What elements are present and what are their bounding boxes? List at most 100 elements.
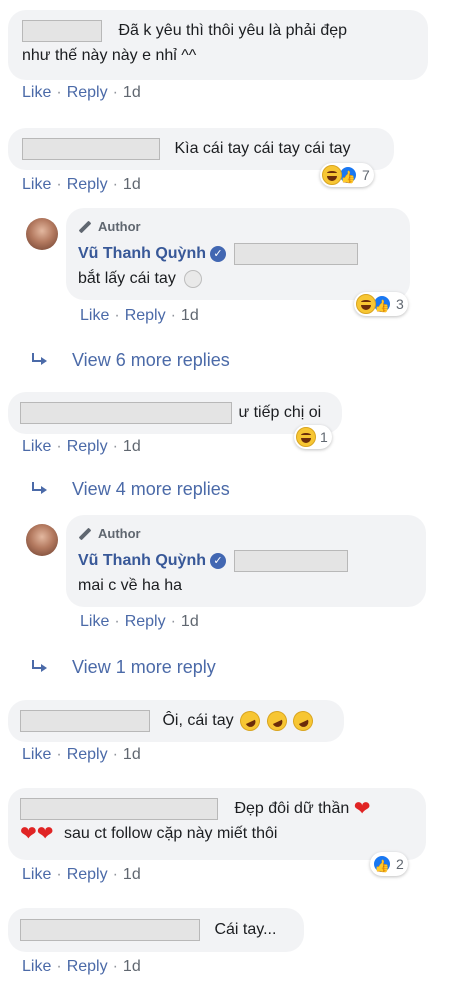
comment-text: Kìa cái tay cái tay cái tay (174, 140, 351, 157)
comment-bubble: Cái tay... (8, 908, 304, 952)
reaction-summary[interactable]: 1 (294, 425, 332, 449)
reply-link[interactable]: Reply (67, 438, 108, 456)
reply-arrow-icon (30, 659, 48, 676)
reply-link[interactable]: Reply (67, 176, 108, 194)
pencil-icon (78, 220, 92, 233)
reaction-count: 3 (396, 296, 404, 312)
like-link[interactable]: Like (22, 438, 51, 456)
comment-bubble: Ôi, cái tay (8, 700, 344, 742)
separator: · (56, 176, 62, 193)
comment-text: Ôi, cái tay (162, 712, 234, 729)
pencil-icon (78, 527, 92, 540)
timestamp[interactable]: 1d (123, 84, 141, 102)
comment-actions: Like · Reply · 1d (22, 866, 141, 884)
rofl-icon (236, 707, 264, 735)
like-link[interactable]: Like (22, 176, 51, 194)
reaction-count: 7 (362, 167, 370, 183)
reply-link[interactable]: Reply (125, 613, 166, 631)
comment-actions: Like · Reply · 1d (80, 307, 199, 325)
separator: · (114, 307, 120, 324)
comment-actions: Like · Reply · 1d (22, 176, 141, 194)
comment-actions: Like · Reply · 1d (22, 958, 141, 976)
redacted-name (20, 401, 232, 424)
like-link[interactable]: Like (80, 307, 109, 325)
view-more-replies[interactable]: View 1 more reply (30, 657, 216, 678)
author-badge: Author (78, 214, 398, 239)
reply-link[interactable]: Reply (67, 866, 108, 884)
reply-link[interactable]: Reply (67, 84, 108, 102)
reply-arrow-icon (30, 481, 48, 498)
comment-text: bắt lấy cái tay (78, 270, 176, 287)
like-link[interactable]: Like (22, 958, 51, 976)
author-name[interactable]: Vũ Thanh Quỳnh (78, 548, 206, 573)
comment-text: Cái tay... (214, 921, 277, 938)
like-link[interactable]: Like (22, 866, 51, 884)
author-name[interactable]: Vũ Thanh Quỳnh (78, 241, 206, 266)
author-avatar[interactable] (26, 218, 58, 250)
redacted-name (22, 137, 160, 160)
comment-actions: Like · Reply · 1d (22, 746, 141, 764)
like-icon: 👍 (372, 854, 392, 874)
timestamp[interactable]: 1d (123, 176, 141, 194)
timestamp[interactable]: 1d (123, 746, 141, 764)
comment-text: như thế này này e nhỉ ^^ (22, 47, 197, 64)
reaction-summary[interactable]: 👍 2 (370, 852, 408, 876)
separator: · (114, 613, 120, 630)
like-link[interactable]: Like (22, 84, 51, 102)
reply-arrow-icon (30, 352, 48, 369)
comment-actions: Like · Reply · 1d (80, 613, 199, 631)
separator: · (170, 307, 176, 324)
reply-link[interactable]: Reply (67, 746, 108, 764)
separator: · (170, 613, 176, 630)
separator: · (112, 866, 118, 883)
author-avatar[interactable] (26, 524, 58, 556)
like-link[interactable]: Like (80, 613, 109, 631)
redacted-name (22, 19, 102, 42)
view-more-replies[interactable]: View 6 more replies (30, 350, 230, 371)
comment-text: sau ct follow cặp này miết thôi (63, 825, 278, 842)
timestamp[interactable]: 1d (123, 958, 141, 976)
rofl-icon (263, 707, 290, 735)
reaction-count: 1 (320, 429, 328, 445)
separator: · (112, 958, 118, 975)
comment-text: Đã k yêu thì thôi yêu là phải đẹp (118, 22, 348, 39)
timestamp[interactable]: 1d (123, 438, 141, 456)
reaction-count: 2 (396, 856, 404, 872)
view-more-replies[interactable]: View 4 more replies (30, 479, 230, 500)
separator: · (56, 84, 62, 101)
separator: · (56, 866, 62, 883)
timestamp[interactable]: 1d (181, 307, 199, 325)
separator: · (112, 176, 118, 193)
laugh-icon (296, 427, 316, 447)
separator: · (112, 84, 118, 101)
verified-icon: ✓ (210, 552, 226, 569)
redacted-name (20, 797, 218, 820)
separator: · (56, 438, 62, 455)
timestamp[interactable]: 1d (123, 866, 141, 884)
reaction-summary[interactable]: 👍 7 (320, 163, 374, 187)
heart-icon: ❤ (36, 822, 54, 845)
moon-face-icon (184, 269, 203, 288)
reaction-summary[interactable]: 👍 3 (354, 292, 408, 316)
comment-text: mai c về ha ha (78, 577, 183, 594)
verified-icon: ✓ (210, 245, 226, 262)
comment-bubble: Đẹp đôi dữ thần ❤ ❤❤ sau ct follow cặp n… (8, 788, 426, 860)
heart-icon: ❤ (20, 822, 37, 845)
comment-actions: Like · Reply · 1d (22, 84, 141, 102)
comment-text: ư tiếp chị oi (238, 404, 322, 421)
reply-bubble: Author Vũ Thanh Quỳnh ✓ bắt lấy cái tay (66, 208, 410, 300)
redacted-name (20, 918, 200, 941)
separator: · (56, 958, 62, 975)
separator: · (112, 746, 118, 763)
like-link[interactable]: Like (22, 746, 51, 764)
redacted-name (20, 709, 150, 732)
laugh-icon (322, 165, 342, 185)
reply-link[interactable]: Reply (67, 958, 108, 976)
redacted-name (234, 549, 348, 572)
timestamp[interactable]: 1d (181, 613, 199, 631)
laugh-icon (356, 294, 376, 314)
comment-actions: Like · Reply · 1d (22, 438, 141, 456)
reply-bubble: Author Vũ Thanh Quỳnh ✓ mai c về ha ha (66, 515, 426, 607)
heart-icon: ❤ (353, 797, 371, 820)
reply-link[interactable]: Reply (125, 307, 166, 325)
